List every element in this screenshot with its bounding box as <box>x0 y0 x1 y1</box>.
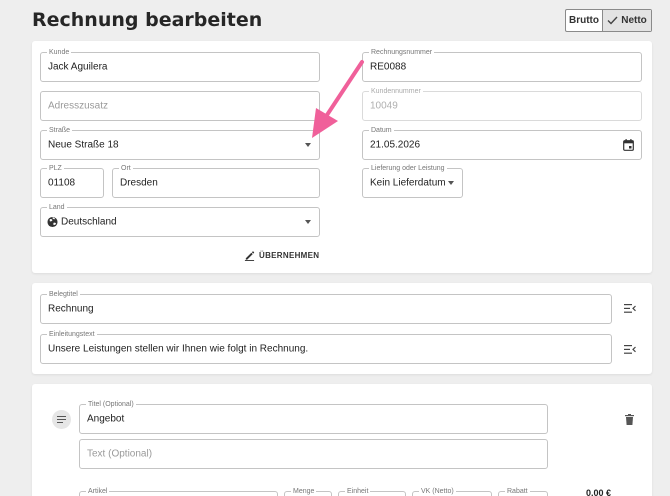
einleitungstext-field[interactable]: Einleitungstext Unsere Leistungen stelle… <box>40 330 612 364</box>
lieferung-label: Lieferung oder Leistung <box>369 164 447 173</box>
drag-handle[interactable] <box>52 410 71 429</box>
land-select[interactable]: Land Deutschland <box>40 203 320 237</box>
artikel-field[interactable]: Artikel <box>79 487 278 496</box>
caret-down-icon <box>305 143 311 147</box>
einheit-field[interactable]: Einheit <box>338 487 406 496</box>
calendar-icon[interactable] <box>623 139 634 151</box>
belegtitel-label: Belegtitel <box>47 290 80 299</box>
page-title: Rechnung bearbeiten <box>32 9 263 31</box>
belegtitel-value: Rechnung <box>48 303 94 315</box>
vk-netto-field[interactable]: VK (Netto) <box>412 487 492 496</box>
land-label: Land <box>47 203 67 212</box>
caret-down-icon <box>305 220 311 224</box>
kundennummer-value: 10049 <box>370 100 398 112</box>
belegtitel-field[interactable]: Belegtitel Rechnung <box>40 290 612 324</box>
datum-value: 21.05.2026 <box>370 139 421 151</box>
position-text-placeholder: Text (Optional) <box>87 448 153 460</box>
rechnungsnummer-value: RE0088 <box>370 61 407 73</box>
uebernehmen-label: ÜBERNEHMEN <box>259 251 320 260</box>
text-options-icon[interactable] <box>624 345 636 354</box>
kundennummer-field: Kundennummer 10049 <box>362 87 642 121</box>
ort-value: Dresden <box>120 177 158 189</box>
lieferung-value: Kein Lieferdatum <box>370 177 446 189</box>
netto-label: Netto <box>621 15 647 26</box>
menge-field[interactable]: Menge <box>284 487 332 496</box>
brutto-netto-toggle: Brutto Netto <box>565 9 652 32</box>
text-options-icon[interactable] <box>624 304 636 313</box>
datum-label: Datum <box>369 126 394 135</box>
position-titel-value: Angebot <box>87 413 125 425</box>
ort-label: Ort <box>119 164 133 173</box>
datum-field[interactable]: Datum 21.05.2026 <box>362 126 642 160</box>
strasse-label: Straße <box>47 126 73 135</box>
trash-icon[interactable] <box>625 414 634 425</box>
plz-label: PLZ <box>47 164 64 173</box>
position-titel-label: Titel (Optional) <box>86 400 136 409</box>
strasse-select[interactable]: Straße Neue Straße 18 <box>40 126 320 160</box>
artikel-label: Artikel <box>86 487 110 496</box>
plz-field[interactable]: PLZ 01108 <box>40 164 104 198</box>
vk-netto-label: VK (Netto) <box>419 487 456 496</box>
lieferung-select[interactable]: Lieferung oder Leistung Kein Lieferdatum <box>362 164 463 198</box>
kundennummer-label: Kundennummer <box>369 87 423 96</box>
ort-field[interactable]: Ort Dresden <box>112 164 320 198</box>
position-price: 0,00 € <box>586 488 612 496</box>
position-titel-field[interactable]: Titel (Optional) Angebot <box>79 400 548 434</box>
brutto-option[interactable]: Brutto <box>566 10 602 31</box>
kunde-value: Jack Aguilera <box>48 61 108 73</box>
rabatt-label: Rabatt <box>505 487 530 496</box>
rechnungsnummer-label: Rechnungsnummer <box>369 48 435 57</box>
globe-icon <box>47 216 58 228</box>
check-icon <box>607 16 618 25</box>
caret-down-icon <box>448 181 454 185</box>
uebernehmen-button[interactable]: ÜBERNEHMEN <box>244 250 319 261</box>
einleitungstext-value: Unsere Leistungen stellen wir Ihnen wie … <box>48 343 309 355</box>
menge-label: Menge <box>291 487 317 496</box>
kunde-label: Kunde <box>47 48 72 57</box>
drag-lines-icon <box>57 416 66 423</box>
einheit-label: Einheit <box>345 487 371 496</box>
plz-value: 01108 <box>48 177 76 189</box>
kunde-field[interactable]: Kunde Jack Aguilera <box>40 48 320 82</box>
netto-option[interactable]: Netto <box>602 10 651 31</box>
rechnungsnummer-field[interactable]: Rechnungsnummer RE0088 <box>362 48 642 82</box>
adresszusatz-field[interactable]: Adresszusatz <box>40 91 320 121</box>
position-text-field[interactable]: Text (Optional) <box>79 439 548 469</box>
pencil-icon <box>244 251 255 261</box>
rabatt-field[interactable]: Rabatt <box>498 487 548 496</box>
land-value: Deutschland <box>61 216 117 228</box>
strasse-value: Neue Straße 18 <box>48 139 119 151</box>
einleitungstext-label: Einleitungstext <box>47 330 97 339</box>
adresszusatz-placeholder: Adresszusatz <box>48 100 109 112</box>
